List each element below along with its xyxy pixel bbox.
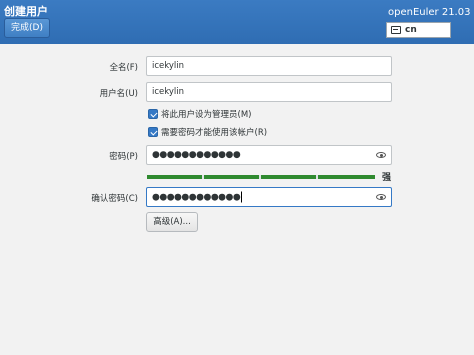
fullname-field[interactable]: icekylin bbox=[146, 56, 392, 76]
done-button[interactable]: 完成(D) bbox=[4, 18, 50, 38]
admin-checkbox[interactable] bbox=[148, 109, 158, 119]
password-label: 密码(P) bbox=[109, 152, 138, 162]
fullname-value: icekylin bbox=[152, 61, 185, 71]
fullname-label: 全名(F) bbox=[109, 63, 138, 73]
admin-checkbox-label: 将此用户设为管理员(M) bbox=[161, 110, 252, 120]
username-label: 用户名(U) bbox=[99, 89, 138, 99]
password-field[interactable]: ●●●●●●●●●●●● bbox=[146, 145, 392, 165]
keyboard-layout-code: cn bbox=[405, 25, 417, 35]
strength-segment bbox=[147, 175, 202, 179]
page-title: 创建用户 bbox=[4, 5, 48, 18]
password-value: ●●●●●●●●●●●● bbox=[152, 150, 241, 160]
require-password-label: 需要密码才能使用该帐户(R) bbox=[161, 128, 268, 138]
username-field[interactable]: icekylin bbox=[146, 82, 392, 102]
require-password-checkbox[interactable] bbox=[148, 127, 158, 137]
confirm-password-value: ●●●●●●●●●●●● bbox=[152, 191, 243, 203]
advanced-button[interactable]: 高级(A)... bbox=[146, 212, 198, 232]
username-value: icekylin bbox=[152, 87, 185, 97]
strength-segment bbox=[204, 175, 259, 179]
confirm-password-field[interactable]: ●●●●●●●●●●●● bbox=[146, 187, 392, 207]
strength-segment bbox=[261, 175, 316, 179]
keyboard-layout-indicator[interactable]: cn bbox=[386, 22, 451, 38]
keyboard-icon bbox=[391, 26, 401, 34]
password-strength-bar bbox=[147, 175, 375, 179]
eye-icon[interactable] bbox=[376, 152, 386, 158]
password-strength-label: 强 bbox=[382, 173, 392, 183]
eye-icon[interactable] bbox=[376, 194, 386, 200]
confirm-password-label: 确认密码(C) bbox=[91, 194, 138, 204]
strength-segment bbox=[318, 175, 375, 179]
text-caret bbox=[241, 191, 243, 203]
header-bar: 创建用户 完成(D) openEuler 21.03 安装 cn bbox=[0, 0, 474, 44]
distro-title: openEuler 21.03 安装 bbox=[388, 7, 474, 18]
